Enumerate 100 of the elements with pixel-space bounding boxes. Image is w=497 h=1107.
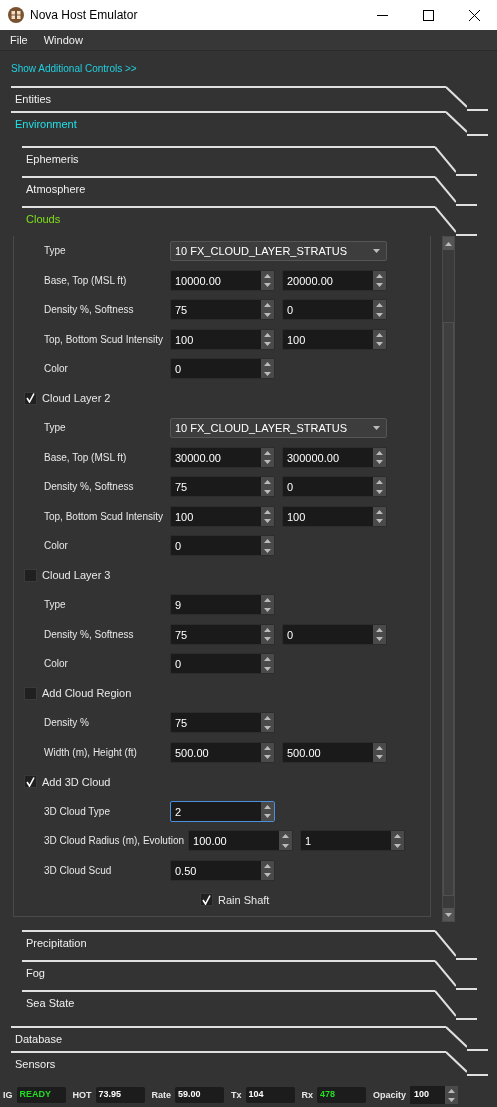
section-header[interactable]: Fog [22, 960, 477, 990]
up-arrow-icon [264, 362, 271, 366]
spin-box[interactable]: 100 [170, 505, 275, 527]
checkbox-label: Add 3D Cloud [42, 775, 111, 788]
spin-box[interactable]: 500.00 [282, 741, 387, 763]
spin-box[interactable]: 100 [170, 328, 275, 350]
scrollbar-thumb[interactable] [443, 322, 454, 896]
spin-box[interactable]: 2 [170, 800, 275, 822]
down-arrow-icon [264, 519, 271, 523]
down-arrow-icon [376, 342, 383, 346]
spin-box[interactable]: 10000.00 [170, 269, 275, 291]
spin-box[interactable]: 0 [282, 476, 387, 498]
spin-box[interactable]: 0 [282, 623, 387, 645]
section-header[interactable]: Sensors [11, 1051, 488, 1076]
section-header[interactable]: Sea State [22, 990, 477, 1020]
tab-edge-line [446, 111, 467, 133]
section-header[interactable]: Ephemeris [22, 146, 477, 176]
status-value: 104 [245, 1087, 295, 1103]
checkbox[interactable] [24, 391, 37, 405]
section-header[interactable]: Atmosphere [22, 176, 477, 206]
field-label: Color [43, 658, 69, 670]
spin-box[interactable]: 75 [170, 476, 275, 498]
field-label: Density %, Softness [43, 628, 135, 640]
checkbox[interactable] [24, 568, 37, 582]
down-arrow-icon [264, 342, 271, 346]
scroll-up-button[interactable] [443, 237, 454, 250]
up-arrow-icon [376, 480, 383, 484]
spin-box[interactable]: 100.00 [188, 830, 294, 852]
down-arrow-icon [264, 873, 271, 877]
section-header[interactable]: Clouds [22, 206, 477, 236]
tab-edge-line [435, 930, 456, 957]
spin-box[interactable]: 1 [300, 830, 406, 852]
status-label: IG [2, 1090, 14, 1100]
field-label: Base, Top (MSL ft) [43, 274, 128, 286]
up-arrow-icon [264, 627, 271, 632]
checkbox[interactable] [200, 893, 213, 907]
field-label: Top, Bottom Scud Intensity [43, 333, 164, 345]
spin-box[interactable]: 100 [410, 1086, 459, 1104]
field-label: Color [43, 540, 69, 552]
up-arrow-icon [264, 480, 271, 484]
up-arrow-icon [264, 598, 271, 602]
checkbox[interactable] [24, 775, 37, 789]
down-arrow-icon [445, 912, 452, 917]
down-arrow-icon [376, 755, 383, 759]
tab-edge-line [446, 1051, 467, 1073]
show-controls-link[interactable]: Show Additional Controls >> [11, 63, 137, 74]
down-arrow-icon [264, 312, 271, 317]
spin-box[interactable]: 75 [170, 623, 275, 645]
field-label: Type [43, 422, 67, 434]
down-arrow-icon [376, 519, 383, 523]
down-arrow-icon [264, 460, 271, 464]
checkbox-label: Rain Shaft [218, 893, 270, 906]
up-arrow-icon [264, 450, 271, 455]
up-arrow-icon [264, 804, 271, 809]
spin-box[interactable]: 0 [170, 653, 275, 675]
spin-box[interactable]: 0 [282, 299, 387, 321]
spin-box[interactable]: 75 [170, 299, 275, 321]
window-title: Nova Host Emulator [30, 8, 139, 22]
status-value: 73.95 [95, 1087, 145, 1103]
up-arrow-icon [282, 834, 290, 838]
menu-item[interactable]: Window [33, 34, 89, 46]
checkbox[interactable] [24, 686, 37, 700]
down-arrow-icon [264, 814, 271, 818]
down-arrow-icon [282, 843, 290, 848]
checkbox-label: Cloud Layer 3 [42, 569, 111, 582]
down-arrow-icon [264, 548, 271, 553]
dropdown[interactable]: 10 FX_CLOUD_LAYER_STRATUS [170, 240, 387, 261]
spin-box[interactable]: 500.00 [170, 741, 275, 763]
spin-box[interactable]: 100 [282, 505, 387, 527]
section-header[interactable]: Environment [11, 111, 488, 136]
dropdown[interactable]: 10 FX_CLOUD_LAYER_STRATUS [170, 417, 387, 438]
spin-box[interactable]: 0 [170, 535, 275, 557]
spin-box[interactable]: 9 [170, 594, 275, 616]
field-label: Base, Top (MSL ft) [43, 451, 128, 463]
scroll-down-button[interactable] [443, 908, 454, 921]
tab-edge-line [435, 206, 456, 233]
caret-icon [373, 425, 380, 430]
up-arrow-icon [394, 834, 402, 838]
section-header[interactable]: Precipitation [22, 930, 477, 960]
status-value: 59.00 [175, 1087, 225, 1103]
spin-box[interactable]: 100 [282, 328, 387, 350]
section-header[interactable]: Database [11, 1026, 488, 1051]
spin-box[interactable]: 300000.00 [282, 446, 387, 468]
status-label: Opacity [372, 1090, 408, 1100]
field-label: 3D Cloud Scud [43, 864, 113, 876]
spin-box[interactable]: 0.50 [170, 859, 275, 881]
down-arrow-icon [394, 843, 402, 848]
field-label: Width (m), Height (ft) [43, 746, 138, 758]
spin-box[interactable]: 0 [170, 358, 275, 380]
spin-box[interactable]: 20000.00 [282, 269, 387, 291]
up-arrow-icon [376, 627, 383, 632]
menu-item[interactable]: File [0, 34, 34, 46]
down-arrow-icon [264, 283, 271, 287]
checkbox-label: Cloud Layer 2 [42, 392, 111, 405]
spin-box[interactable]: 75 [170, 712, 275, 734]
scrollbar[interactable] [442, 236, 455, 922]
app-icon [8, 7, 24, 23]
spin-box[interactable]: 30000.00 [170, 446, 275, 468]
caret-icon [373, 248, 380, 253]
section-header[interactable]: Entities [11, 86, 488, 111]
